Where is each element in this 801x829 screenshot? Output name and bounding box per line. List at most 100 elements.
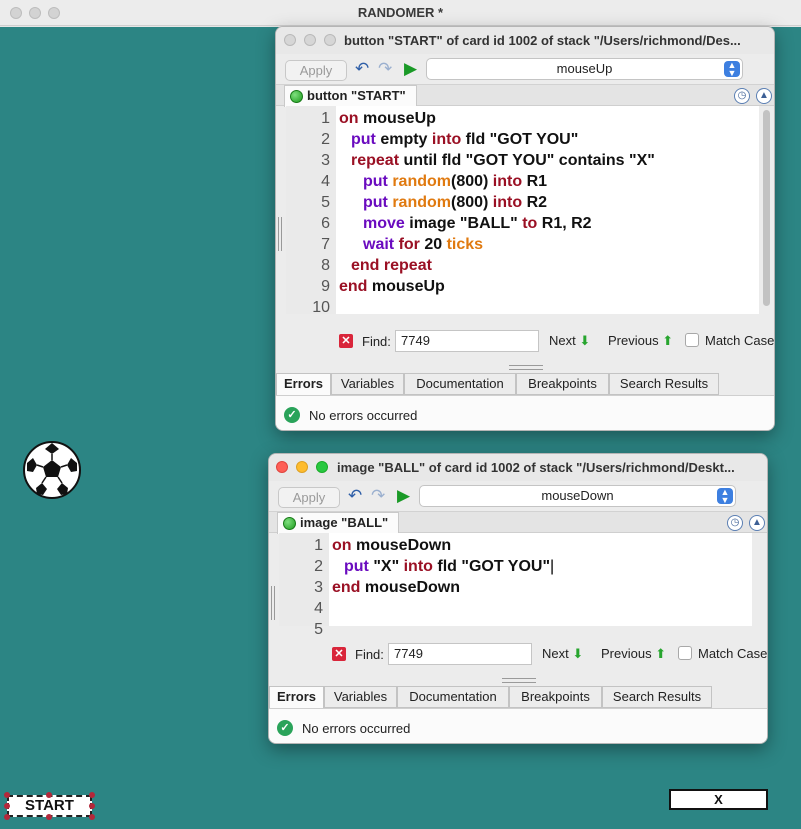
code-line: put random(800) into R1: [363, 173, 548, 190]
script-tab-bar: image "BALL" ◷ ▲: [269, 511, 767, 534]
clock-icon[interactable]: ◷: [734, 88, 750, 104]
line-number: 6: [321, 215, 330, 232]
undo-icon[interactable]: ↶: [355, 60, 369, 78]
errors-panel: ✓ No errors occurred: [276, 395, 774, 430]
chevron-updown-icon: ▲ ▼: [717, 488, 733, 505]
checkmark-icon: ✓: [277, 720, 293, 736]
tab-errors[interactable]: Errors: [269, 686, 324, 708]
tab-documentation[interactable]: Documentation: [404, 373, 516, 395]
arrow-down-icon: ⬇: [579, 333, 591, 348]
find-next-button[interactable]: Next ⬇: [542, 646, 583, 662]
find-next-label: Next: [549, 333, 576, 348]
handler-select[interactable]: mouseUp ▲ ▼: [426, 58, 743, 80]
line-number: 4: [314, 600, 323, 617]
text-cursor: |: [550, 558, 555, 575]
redo-icon[interactable]: ↷: [378, 60, 392, 78]
selection-handle[interactable]: [4, 814, 10, 820]
splitter-handle[interactable]: [271, 586, 275, 620]
code-line: end mouseDown: [332, 579, 461, 596]
arrow-up-icon: ⬆: [662, 333, 674, 348]
selection-handle[interactable]: [46, 792, 52, 798]
handler-select[interactable]: mouseDown ▲ ▼: [419, 485, 736, 507]
apply-button[interactable]: Apply: [278, 487, 340, 508]
line-number: 5: [314, 621, 323, 638]
editor-titlebar: button "START" of card id 1002 of stack …: [276, 27, 774, 54]
editor-title: image "BALL" of card id 1002 of stack "/…: [337, 460, 735, 475]
script-tab-label: button "START": [307, 88, 406, 103]
script-editor-text[interactable]: 1 2 3 4 5 6 7 8 9 10 on mouseUp put empt…: [286, 106, 770, 316]
code-line: move image "BALL" to R1, R2: [363, 215, 592, 232]
code-line: put empty into fld "GOT YOU": [351, 131, 579, 148]
clock-icon[interactable]: ◷: [727, 515, 743, 531]
match-case-checkbox[interactable]: [678, 646, 692, 660]
code-line: wait for 20 ticks: [363, 236, 484, 253]
close-window-button[interactable]: [284, 34, 296, 46]
undo-icon[interactable]: ↶: [348, 487, 362, 505]
line-number: 8: [321, 257, 330, 274]
find-previous-button[interactable]: Previous ⬆: [601, 646, 666, 662]
checkmark-icon: ✓: [284, 407, 300, 423]
window-title: RANDOMER *: [357, 5, 444, 20]
main-window-titlebar: RANDOMER *: [0, 0, 801, 26]
script-tab-button-start[interactable]: button "START": [284, 85, 417, 107]
splitter-handle[interactable]: [278, 217, 282, 251]
selection-handle[interactable]: [4, 803, 10, 809]
collapse-up-icon[interactable]: ▲: [749, 515, 765, 531]
resize-grip[interactable]: [502, 678, 536, 683]
errors-panel: ✓ No errors occurred: [269, 708, 767, 743]
selection-handle[interactable]: [89, 814, 95, 820]
handler-select-value: mouseDown: [541, 488, 614, 503]
find-input[interactable]: 7749: [388, 643, 532, 665]
find-previous-button[interactable]: Previous ⬆: [608, 333, 673, 349]
script-tab-image-ball[interactable]: image "BALL": [277, 512, 400, 534]
line-number: 2: [314, 558, 323, 575]
match-case-checkbox[interactable]: [685, 333, 699, 347]
redo-icon[interactable]: ↷: [371, 487, 385, 505]
close-find-icon[interactable]: ✕: [332, 647, 346, 661]
minimize-window-button[interactable]: [296, 461, 308, 473]
vertical-scrollbar[interactable]: [763, 110, 770, 306]
status-message: No errors occurred: [302, 721, 411, 736]
selection-handle[interactable]: [89, 792, 95, 798]
selection-handle[interactable]: [46, 814, 52, 820]
script-tab-bar: button "START" ◷ ▲: [276, 84, 774, 107]
match-case-label: Match Case: [698, 646, 768, 661]
selection-handle[interactable]: [4, 792, 10, 798]
script-editor-text[interactable]: 1 2 3 4 5 on mouseDown put "X" into fld …: [279, 533, 752, 638]
resize-grip[interactable]: [509, 365, 543, 370]
tab-search-results[interactable]: Search Results: [609, 373, 719, 395]
line-number: 3: [321, 152, 330, 169]
tab-breakpoints[interactable]: Breakpoints: [509, 686, 602, 708]
got-you-field[interactable]: X: [669, 789, 768, 810]
close-find-icon[interactable]: ✕: [339, 334, 353, 348]
tab-errors[interactable]: Errors: [276, 373, 331, 395]
tab-variables[interactable]: Variables: [331, 373, 404, 395]
line-number: 2: [321, 131, 330, 148]
run-icon[interactable]: ▶: [397, 487, 410, 505]
run-icon[interactable]: ▶: [404, 60, 417, 78]
chevron-updown-icon: ▲ ▼: [724, 61, 740, 78]
tab-search-results[interactable]: Search Results: [602, 686, 712, 708]
tab-breakpoints[interactable]: Breakpoints: [516, 373, 609, 395]
editor-titlebar: image "BALL" of card id 1002 of stack "/…: [269, 454, 767, 481]
line-number-gutter: 1 2 3 4 5: [279, 533, 329, 638]
selection-handle[interactable]: [89, 803, 95, 809]
find-next-button[interactable]: Next ⬇: [549, 333, 590, 349]
ball-image[interactable]: [23, 441, 81, 499]
status-message: No errors occurred: [309, 408, 418, 423]
line-number: 1: [321, 110, 330, 127]
close-window-button[interactable]: [276, 461, 288, 473]
script-tab-label: image "BALL": [300, 515, 389, 530]
line-number-gutter: 1 2 3 4 5 6 7 8 9 10: [286, 106, 336, 316]
zoom-window-button[interactable]: [324, 34, 336, 46]
editor-title: button "START" of card id 1002 of stack …: [344, 33, 741, 48]
find-input[interactable]: 7749: [395, 330, 539, 352]
collapse-up-icon[interactable]: ▲: [756, 88, 772, 104]
tab-documentation[interactable]: Documentation: [397, 686, 509, 708]
apply-button[interactable]: Apply: [285, 60, 347, 81]
tab-variables[interactable]: Variables: [324, 686, 397, 708]
zoom-window-button[interactable]: [316, 461, 328, 473]
minimize-window-button[interactable]: [304, 34, 316, 46]
line-number: 4: [321, 173, 330, 190]
status-ok-icon: [283, 517, 296, 530]
